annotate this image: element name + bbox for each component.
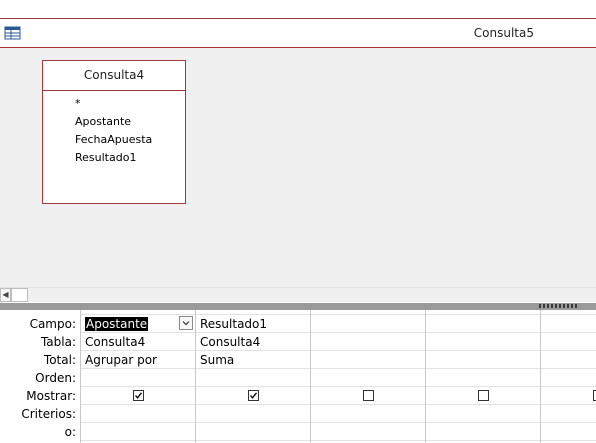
table-design-pane[interactable]: Consulta4 * Apostante FechaApuesta Resul…: [0, 48, 596, 287]
field-list-title[interactable]: Consulta4: [43, 61, 185, 91]
scroll-left-icon[interactable]: ◀: [0, 288, 11, 302]
criterios-cell[interactable]: [81, 405, 195, 423]
total-cell[interactable]: [541, 351, 596, 369]
chevron-down-icon[interactable]: [179, 316, 193, 330]
o-cell[interactable]: [196, 423, 310, 441]
grid-column-1[interactable]: Apostante Consulta4 Agrupar por: [80, 310, 195, 443]
o-cell[interactable]: [541, 423, 596, 441]
tabla-cell[interactable]: [541, 333, 596, 351]
grid-column-2[interactable]: Resultado1 Consulta4 Suma: [195, 310, 310, 443]
campo-cell[interactable]: Apostante: [81, 315, 195, 333]
orden-cell[interactable]: [541, 369, 596, 387]
campo-cell[interactable]: [426, 315, 540, 333]
grid-column-4[interactable]: [425, 310, 540, 443]
mostrar-cell[interactable]: [426, 387, 540, 405]
tabla-cell[interactable]: [311, 333, 425, 351]
orden-cell[interactable]: [426, 369, 540, 387]
grid-row-labels: Campo: Tabla: Total: Orden: Mostrar: Cri…: [0, 315, 76, 441]
tabla-cell[interactable]: Consulta4: [196, 333, 310, 351]
field-list-item[interactable]: Apostante: [75, 113, 185, 131]
mostrar-cell[interactable]: [196, 387, 310, 405]
mostrar-cell[interactable]: [81, 387, 195, 405]
check-icon: [135, 392, 143, 399]
query-design-icon[interactable]: [4, 26, 21, 40]
row-label-orden: Orden:: [35, 371, 76, 385]
horizontal-scrollbar[interactable]: ◀: [0, 287, 596, 302]
mostrar-checkbox[interactable]: [478, 390, 489, 401]
window-title: Consulta5: [473, 26, 534, 40]
o-cell[interactable]: [311, 423, 425, 441]
row-label-o: o:: [64, 425, 76, 439]
query-design-grid: Campo: Tabla: Total: Orden: Mostrar: Cri…: [0, 310, 596, 443]
mostrar-checkbox[interactable]: [248, 390, 259, 401]
check-icon: [250, 392, 258, 399]
row-label-mostrar: Mostrar:: [26, 389, 76, 403]
splitter-grip-icon[interactable]: [539, 304, 577, 308]
field-list-item[interactable]: Resultado1: [75, 149, 185, 167]
campo-cell[interactable]: [311, 315, 425, 333]
mostrar-checkbox[interactable]: [363, 390, 374, 401]
criterios-cell[interactable]: [196, 405, 310, 423]
tabla-cell[interactable]: Consulta4: [81, 333, 195, 351]
row-label-total: Total:: [43, 353, 76, 367]
row-label-tabla: Tabla:: [40, 335, 76, 349]
field-list-consulta4[interactable]: Consulta4 * Apostante FechaApuesta Resul…: [42, 60, 186, 204]
grid-column-5[interactable]: [540, 310, 596, 443]
row-label-criterios: Criterios:: [21, 407, 76, 421]
query-title-bar: Consulta5: [0, 18, 596, 48]
total-cell[interactable]: [426, 351, 540, 369]
criterios-cell[interactable]: [311, 405, 425, 423]
criterios-cell[interactable]: [426, 405, 540, 423]
field-list-item[interactable]: *: [75, 95, 185, 113]
mostrar-checkbox[interactable]: [133, 390, 144, 401]
criterios-cell[interactable]: [541, 405, 596, 423]
row-label-campo: Campo:: [29, 317, 76, 331]
orden-cell[interactable]: [81, 369, 195, 387]
tabla-cell[interactable]: [426, 333, 540, 351]
orden-cell[interactable]: [311, 369, 425, 387]
scroll-thumb[interactable]: [11, 288, 28, 302]
mostrar-cell[interactable]: [311, 387, 425, 405]
pane-splitter[interactable]: [0, 303, 596, 310]
grid-columns: Apostante Consulta4 Agrupar por Resultad…: [80, 310, 596, 443]
total-cell[interactable]: Agrupar por: [81, 351, 195, 369]
campo-value[interactable]: Apostante: [85, 317, 149, 331]
mostrar-cell[interactable]: [541, 387, 596, 405]
o-cell[interactable]: [81, 423, 195, 441]
total-cell[interactable]: [311, 351, 425, 369]
field-list-item[interactable]: FechaApuesta: [75, 131, 185, 149]
total-cell[interactable]: Suma: [196, 351, 310, 369]
campo-cell[interactable]: [541, 315, 596, 333]
o-cell[interactable]: [426, 423, 540, 441]
grid-column-3[interactable]: [310, 310, 425, 443]
orden-cell[interactable]: [196, 369, 310, 387]
campo-cell[interactable]: Resultado1: [196, 315, 310, 333]
